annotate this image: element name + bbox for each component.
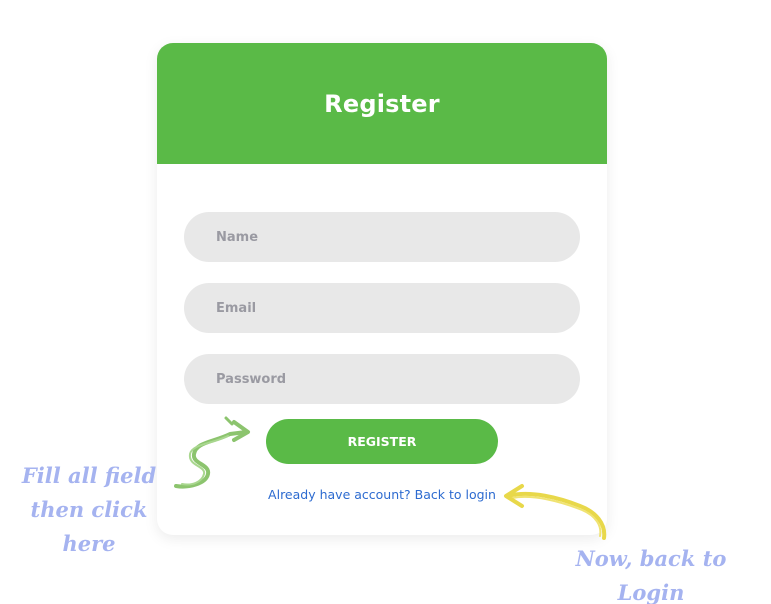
page-title: Register xyxy=(324,89,440,118)
fill-fields-annotation: Fill all field then click here xyxy=(2,459,176,561)
password-input[interactable] xyxy=(184,354,580,404)
fill-fields-annotation-line2: then click here xyxy=(30,497,148,556)
register-button[interactable]: REGISTER xyxy=(266,419,498,464)
squiggle-arrow-green-icon xyxy=(174,416,250,489)
fill-fields-annotation-line1: Fill all field xyxy=(21,463,157,488)
email-input[interactable] xyxy=(184,283,580,333)
card-header: Register xyxy=(157,43,607,164)
curved-arrow-yellow-icon xyxy=(504,484,607,540)
page-canvas: Register REGISTER Already have account? … xyxy=(0,0,771,604)
back-to-login-annotation: Now, back to Login xyxy=(575,546,727,604)
name-input[interactable] xyxy=(184,212,580,262)
